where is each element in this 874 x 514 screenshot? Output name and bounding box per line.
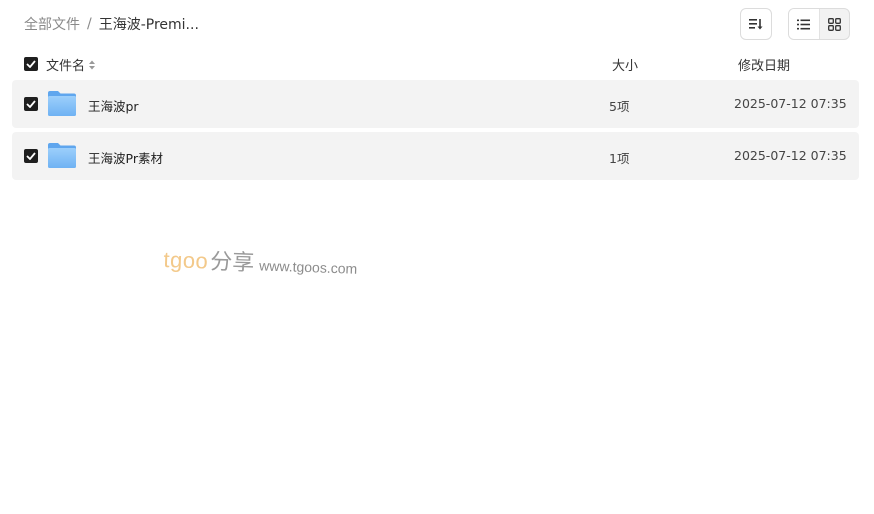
check-icon: [26, 152, 36, 160]
sort-button[interactable]: [740, 8, 772, 40]
watermark: tgoo 分享 www.tgoos.com: [163, 242, 358, 281]
column-header-name-label: 文件名: [46, 59, 86, 74]
sort-icon: [749, 19, 763, 30]
sort-arrows-icon: [89, 60, 96, 69]
folder-icon: [48, 143, 76, 168]
breadcrumb-current: 王海波-Premi...: [98, 17, 199, 33]
breadcrumb-separator: /: [87, 16, 92, 32]
file-name[interactable]: 王海波Pr素材: [88, 148, 163, 167]
file-size: 1项: [609, 151, 630, 166]
file-size: 5项: [609, 99, 630, 114]
column-header-date[interactable]: 修改日期: [738, 55, 790, 74]
watermark-url: www.tgoos.com: [258, 257, 358, 277]
table-row[interactable]: 王海波Pr素材 1项 2025-07-12 07:35: [12, 132, 859, 180]
grid-view-icon: [827, 17, 841, 31]
watermark-brand: tgoo: [163, 247, 209, 274]
column-header-size[interactable]: 大小: [612, 55, 638, 74]
list-view-button[interactable]: [789, 9, 820, 39]
watermark-cn: 分享: [209, 249, 255, 277]
table-header: 文件名 大小 修改日期: [12, 52, 859, 76]
breadcrumb-root-link[interactable]: 全部文件: [24, 14, 80, 34]
view-toggle: [788, 8, 850, 40]
row-checkbox[interactable]: [24, 97, 38, 111]
check-icon: [26, 60, 36, 68]
file-date: 2025-07-12 07:35: [734, 96, 847, 111]
row-checkbox[interactable]: [24, 149, 38, 163]
file-date: 2025-07-12 07:35: [734, 148, 847, 163]
table-row[interactable]: 王海波pr 5项 2025-07-12 07:35: [12, 80, 859, 128]
breadcrumb: 全部文件 / 王海波-Premi...: [24, 14, 199, 34]
select-all-checkbox[interactable]: [24, 57, 38, 71]
grid-view-button[interactable]: [820, 9, 850, 39]
file-name[interactable]: 王海波pr: [88, 96, 139, 115]
list-view-icon: [797, 19, 811, 29]
folder-icon: [48, 91, 76, 116]
column-header-name[interactable]: 文件名: [46, 55, 96, 74]
check-icon: [26, 100, 36, 108]
